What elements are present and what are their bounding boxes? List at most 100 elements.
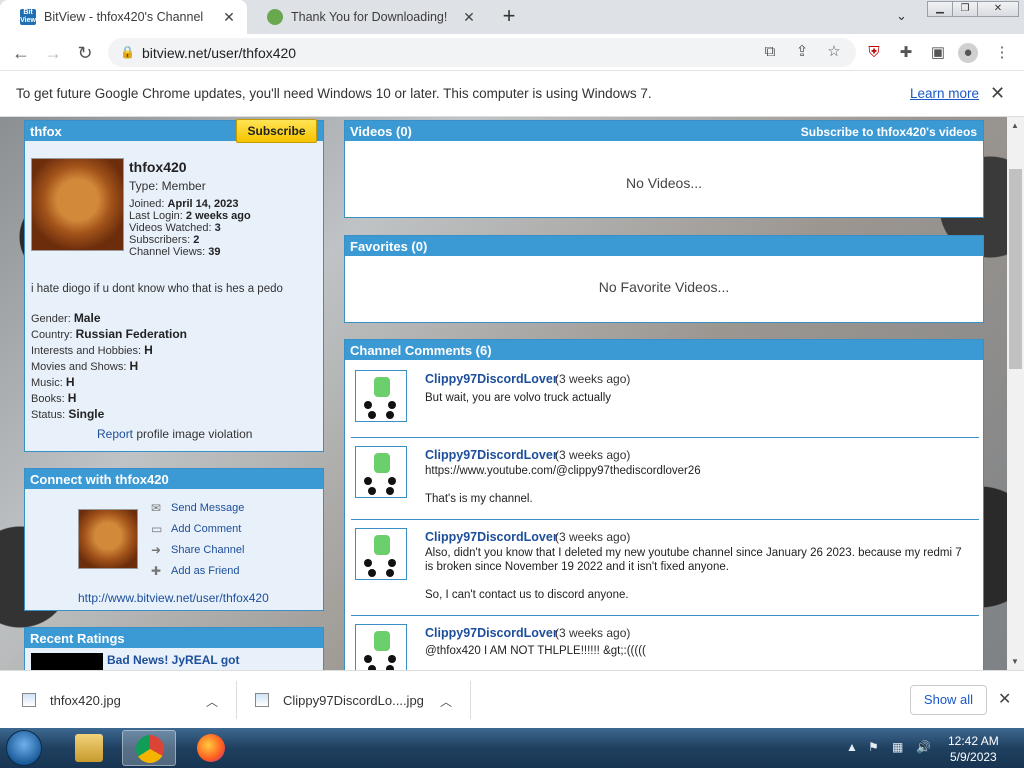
profile-header-title: thfox <box>30 124 62 139</box>
folder-icon <box>75 734 103 762</box>
comment-author[interactable]: Clippy97DiscordLover <box>425 372 558 386</box>
bitview-favicon-icon: Bit View <box>20 9 36 25</box>
videos-header: Videos (0) Subscribe to thfox420's video… <box>345 121 983 141</box>
comment-time: (3 weeks ago) <box>555 626 631 640</box>
add-comment-link[interactable]: Add Comment <box>171 523 241 535</box>
clock-time[interactable]: 12:42 AM <box>948 734 999 748</box>
videos-panel: Videos (0) Subscribe to thfox420's video… <box>344 120 984 218</box>
commenter-avatar[interactable] <box>355 528 407 580</box>
reload-icon[interactable]: ↻ <box>74 42 96 64</box>
tab-search-chevron-icon[interactable]: ⌄ <box>896 8 907 24</box>
profile-gender: Gender: Male <box>31 311 101 325</box>
download-options-chevron-icon[interactable]: ︿ <box>206 693 218 710</box>
profile-country: Country: Russian Federation <box>31 327 187 341</box>
side-panel-icon[interactable]: ▣ <box>928 43 948 63</box>
comment-text: But wait, you are volvo truck actually <box>425 392 611 404</box>
connect-header: Connect with thfox420 <box>25 469 323 489</box>
back-arrow-icon[interactable]: ← <box>10 42 32 64</box>
taskbar-firefox[interactable] <box>184 730 238 766</box>
chrome-icon <box>136 735 164 763</box>
blocked-popup-icon[interactable]: ⧉ <box>760 42 780 62</box>
scroll-down-arrow-icon[interactable]: ▼ <box>1011 657 1019 666</box>
subscribe-videos-link[interactable]: Subscribe to thfox420's videos <box>801 125 977 139</box>
start-orb-icon[interactable] <box>6 730 42 766</box>
rating-thumbnail[interactable] <box>31 653 103 670</box>
comment-author[interactable]: Clippy97DiscordLover <box>425 530 558 544</box>
comment-author[interactable]: Clippy97DiscordLover <box>425 626 558 640</box>
tab-title: BitView - thfox420's Channel <box>44 10 204 24</box>
profile-music: Music: H <box>31 375 75 389</box>
rating-video-link[interactable]: Bad News! JyREAL got <box>107 653 239 667</box>
image-file-icon <box>22 693 36 707</box>
taskbar-explorer[interactable] <box>62 730 116 766</box>
scrollbar-thumb[interactable] <box>1009 169 1022 369</box>
scroll-up-arrow-icon[interactable]: ▲ <box>1011 121 1019 130</box>
share-channel-link[interactable]: Share Channel <box>171 544 244 556</box>
page-viewport: thfox Subscribe thfox420 Type: Member Jo… <box>0 117 1007 670</box>
download-item[interactable]: Clippy97DiscordLo....jpg <box>255 681 424 719</box>
comment-item: Clippy97DiscordLover (3 weeks ago) https… <box>351 438 979 520</box>
windows-taskbar: ▲ ⚑ ▦ 🔊 12:42 AM 5/9/2023 <box>0 728 1024 768</box>
tray-expand-icon[interactable]: ▲ <box>846 740 858 754</box>
address-bar[interactable]: 🔒 bitview.net/user/thfox420 ⧉ ⇪ ☆ <box>108 38 856 67</box>
comment-text: Also, didn't you know that I deleted my … <box>425 547 962 601</box>
network-icon[interactable]: ▦ <box>892 740 903 754</box>
profile-status: Status: Single <box>31 407 105 421</box>
new-tab-button[interactable]: + <box>498 5 520 27</box>
download-item[interactable]: thfox420.jpg <box>22 681 121 719</box>
comment-author[interactable]: Clippy97DiscordLover <box>425 448 558 462</box>
download-page-favicon-icon <box>267 9 283 25</box>
download-filename: Clippy97DiscordLo....jpg <box>283 692 424 708</box>
subscribe-button[interactable]: Subscribe <box>236 119 317 143</box>
profile-avatar <box>31 158 124 251</box>
favorites-header: Favorites (0) <box>345 236 983 256</box>
forward-arrow-icon[interactable]: → <box>42 42 64 64</box>
show-all-button[interactable]: Show all <box>910 685 987 715</box>
action-center-flag-icon[interactable]: ⚑ <box>868 740 879 754</box>
tab-close-icon[interactable]: ✕ <box>219 9 239 26</box>
add-friend-link[interactable]: Add as Friend <box>171 565 239 577</box>
profile-avatar-icon[interactable]: ● <box>958 43 978 63</box>
taskbar-chrome[interactable] <box>122 730 176 766</box>
learn-more-link[interactable]: Learn more <box>910 86 979 101</box>
profile-movies: Movies and Shows: H <box>31 359 139 373</box>
channel-url-link[interactable]: http://www.bitview.net/user/thfox420 <box>78 591 269 605</box>
share-icon[interactable]: ⇪ <box>792 42 812 62</box>
downloads-close-icon[interactable]: ✕ <box>998 689 1011 709</box>
downloads-bar: thfox420.jpg ︿ Clippy97DiscordLo....jpg … <box>0 670 1024 728</box>
commenter-avatar[interactable] <box>355 624 407 670</box>
close-window-button[interactable]: ✕ <box>977 1 1019 17</box>
profile-interests: Interests and Hobbies: H <box>31 343 153 357</box>
comment-time: (3 weeks ago) <box>555 530 631 544</box>
extensions-puzzle-icon[interactable]: ✚ <box>896 43 916 63</box>
commenter-avatar[interactable] <box>355 370 407 422</box>
commenter-avatar[interactable] <box>355 446 407 498</box>
download-options-chevron-icon[interactable]: ︿ <box>440 693 452 710</box>
comment-text: https://www.youtube.com/@clippy97thedisc… <box>425 465 701 505</box>
profile-books: Books: H <box>31 391 77 405</box>
infobar-close-icon[interactable]: ✕ <box>990 83 1005 104</box>
browser-toolbar: ← → ↻ 🔒 bitview.net/user/thfox420 ⧉ ⇪ ☆ … <box>0 34 1024 71</box>
tab-thank-you[interactable]: Thank You for Downloading! ✕ <box>247 0 487 34</box>
restore-button[interactable]: ❐ <box>952 1 978 17</box>
profile-type: Type: Member <box>129 179 206 193</box>
minimize-button[interactable]: ▁ <box>927 1 953 17</box>
page-scrollbar[interactable]: ▲ ▼ <box>1007 117 1024 670</box>
tab-close-icon[interactable]: ✕ <box>459 9 479 26</box>
profile-subscribers: Subscribers: 2 <box>129 234 200 246</box>
tab-bitview-channel[interactable]: Bit View BitView - thfox420's Channel ✕ <box>0 0 247 34</box>
ublock-shield-icon[interactable]: ⛨ <box>864 43 884 63</box>
bookmark-star-icon[interactable]: ☆ <box>824 42 844 62</box>
send-message-link[interactable]: Send Message <box>171 502 244 514</box>
profile-joined: Joined: April 14, 2023 <box>129 198 239 210</box>
recent-ratings-panel: Recent Ratings Bad News! JyREAL got <box>24 627 324 670</box>
comment-item: Clippy97DiscordLover (3 weeks ago) But w… <box>351 362 979 438</box>
profile-videos-watched: Videos Watched: 3 <box>129 222 221 234</box>
ratings-header: Recent Ratings <box>25 628 323 648</box>
volume-icon[interactable]: 🔊 <box>916 740 931 754</box>
connect-avatar[interactable] <box>78 509 138 569</box>
clock-date[interactable]: 5/9/2023 <box>950 750 997 764</box>
download-filename: thfox420.jpg <box>50 692 121 708</box>
report-link[interactable]: Report <box>97 427 133 441</box>
menu-kebab-icon[interactable]: ⋮ <box>992 43 1012 63</box>
